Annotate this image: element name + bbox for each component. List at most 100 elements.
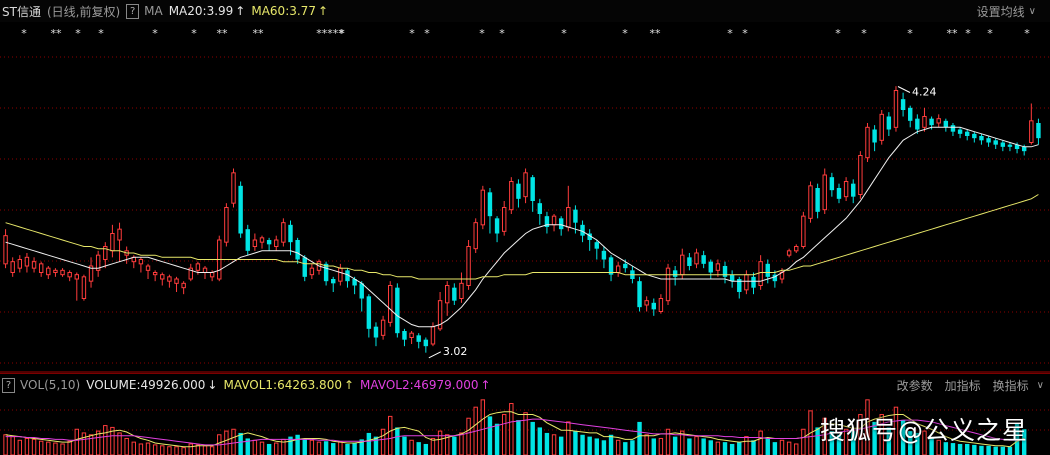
volume-bar-down [558, 436, 564, 455]
candle-body-up [231, 172, 236, 204]
candle-body-down [972, 133, 977, 139]
candle-body-down [416, 335, 421, 342]
change-params-button[interactable]: 改参数 [897, 377, 933, 394]
volume-bar-up [523, 412, 528, 455]
candle-body-down [851, 183, 856, 197]
candle-body-down [530, 177, 535, 201]
candle-body-down [537, 203, 543, 214]
candle-body-down [672, 270, 678, 277]
volume-bar-up [715, 441, 721, 455]
volume-bar-down [587, 436, 592, 455]
candle-body-up [388, 285, 393, 323]
top-markers: * ** * * * * ** ** ****** * * * * * * ** * * * * * ** * * * [21, 27, 1030, 40]
candle-body-up [181, 282, 186, 289]
candle-body-down [373, 326, 379, 338]
candle-body-down [402, 331, 407, 340]
candle-body-up [74, 274, 80, 280]
candle-body-up [758, 261, 763, 286]
top-marker: * [152, 27, 158, 40]
candle-body-up [195, 263, 201, 271]
ma20-line [5, 126, 1039, 328]
volume-bar-down [623, 442, 628, 455]
help-icon[interactable]: ? [2, 377, 15, 393]
candle-body-down [1007, 144, 1013, 147]
top-marker: * [907, 27, 913, 40]
candle-body-down [979, 136, 984, 141]
volume-bar-down [423, 443, 429, 455]
volume-bar-up [124, 437, 129, 455]
candle-body-up [117, 228, 122, 241]
volume-bar-up [31, 438, 37, 455]
volume-bar-up [801, 428, 806, 455]
volume-bar-up [430, 437, 436, 455]
volume-bar-up [566, 421, 571, 455]
candle-body-up [936, 118, 941, 124]
candle-body-down [1000, 142, 1006, 147]
volume-bar-up [509, 403, 514, 455]
candle-body-up [665, 267, 671, 302]
candle-body-down [245, 229, 250, 251]
candle-body-down [623, 263, 628, 269]
candle-body-up [67, 272, 72, 278]
top-marker: * [21, 27, 27, 40]
candle-body-down [908, 107, 913, 121]
candle-body-down [238, 185, 243, 234]
volume-bar-down [687, 438, 692, 455]
volume-bar-up [309, 439, 315, 455]
candle-body-up [551, 215, 557, 226]
volume-bar-up [103, 425, 108, 455]
candle-body-down [558, 218, 564, 230]
candle-body-down [950, 125, 956, 132]
volume-bar-down [494, 423, 500, 455]
volume-bar-down [295, 434, 300, 455]
candle-body-up [786, 250, 792, 256]
candle-body-up [644, 300, 649, 306]
volume-bar-down [772, 442, 778, 455]
volume-bar-down [331, 443, 336, 455]
add-indicator-button[interactable]: 加指标 [945, 377, 981, 394]
switch-indicator-button[interactable]: 换指标 [993, 377, 1029, 394]
volume-menu: 改参数 加指标 换指标 ∨ [885, 374, 1044, 396]
candle-body-down [765, 263, 770, 277]
volume-bar-down [601, 440, 607, 455]
volume-bar-up [53, 442, 58, 455]
top-marker: * [622, 27, 628, 40]
low-label: 3.02 [443, 345, 468, 358]
volume-bar-down [737, 442, 742, 455]
volume-bar-down [366, 432, 372, 455]
top-marker: * [191, 27, 197, 40]
volume-bar-up [252, 439, 258, 455]
candle-body-up [60, 269, 65, 276]
volume-bar-down [630, 440, 635, 455]
volume-bar-down [1000, 446, 1006, 455]
candle-body-up [209, 272, 215, 278]
volume-bar-down [516, 420, 521, 455]
candle-body-up [53, 269, 58, 274]
volume-bar-up [60, 443, 65, 455]
top-marker: * [98, 27, 104, 40]
volume-bar-down [544, 432, 550, 455]
candle-body-up [274, 239, 279, 247]
candle-body-down [637, 281, 642, 308]
top-marker: * [742, 27, 748, 40]
volume-bar-up [501, 414, 507, 455]
candle-body-down [993, 140, 998, 145]
candle-body-down [836, 188, 842, 199]
high-label: 4.24 [912, 86, 937, 99]
candle-body-up [309, 267, 315, 276]
candle-body-down [494, 218, 500, 234]
candle-body-up [459, 282, 464, 300]
candlesticks [3, 86, 1041, 353]
volume-bar-down [573, 431, 578, 455]
top-marker: * [965, 27, 971, 40]
candle-body-down [957, 129, 963, 134]
volume-bar-down [637, 421, 642, 455]
volume-bar-down [323, 441, 329, 455]
candle-body-down [872, 129, 877, 143]
candle-body-up [145, 265, 151, 271]
chevron-down-icon[interactable]: ∨ [1037, 380, 1044, 391]
volume-bar-down [452, 436, 457, 455]
volume-bar-up [3, 434, 8, 455]
candle-body-up [24, 256, 30, 267]
volume-bar-up [202, 445, 208, 455]
